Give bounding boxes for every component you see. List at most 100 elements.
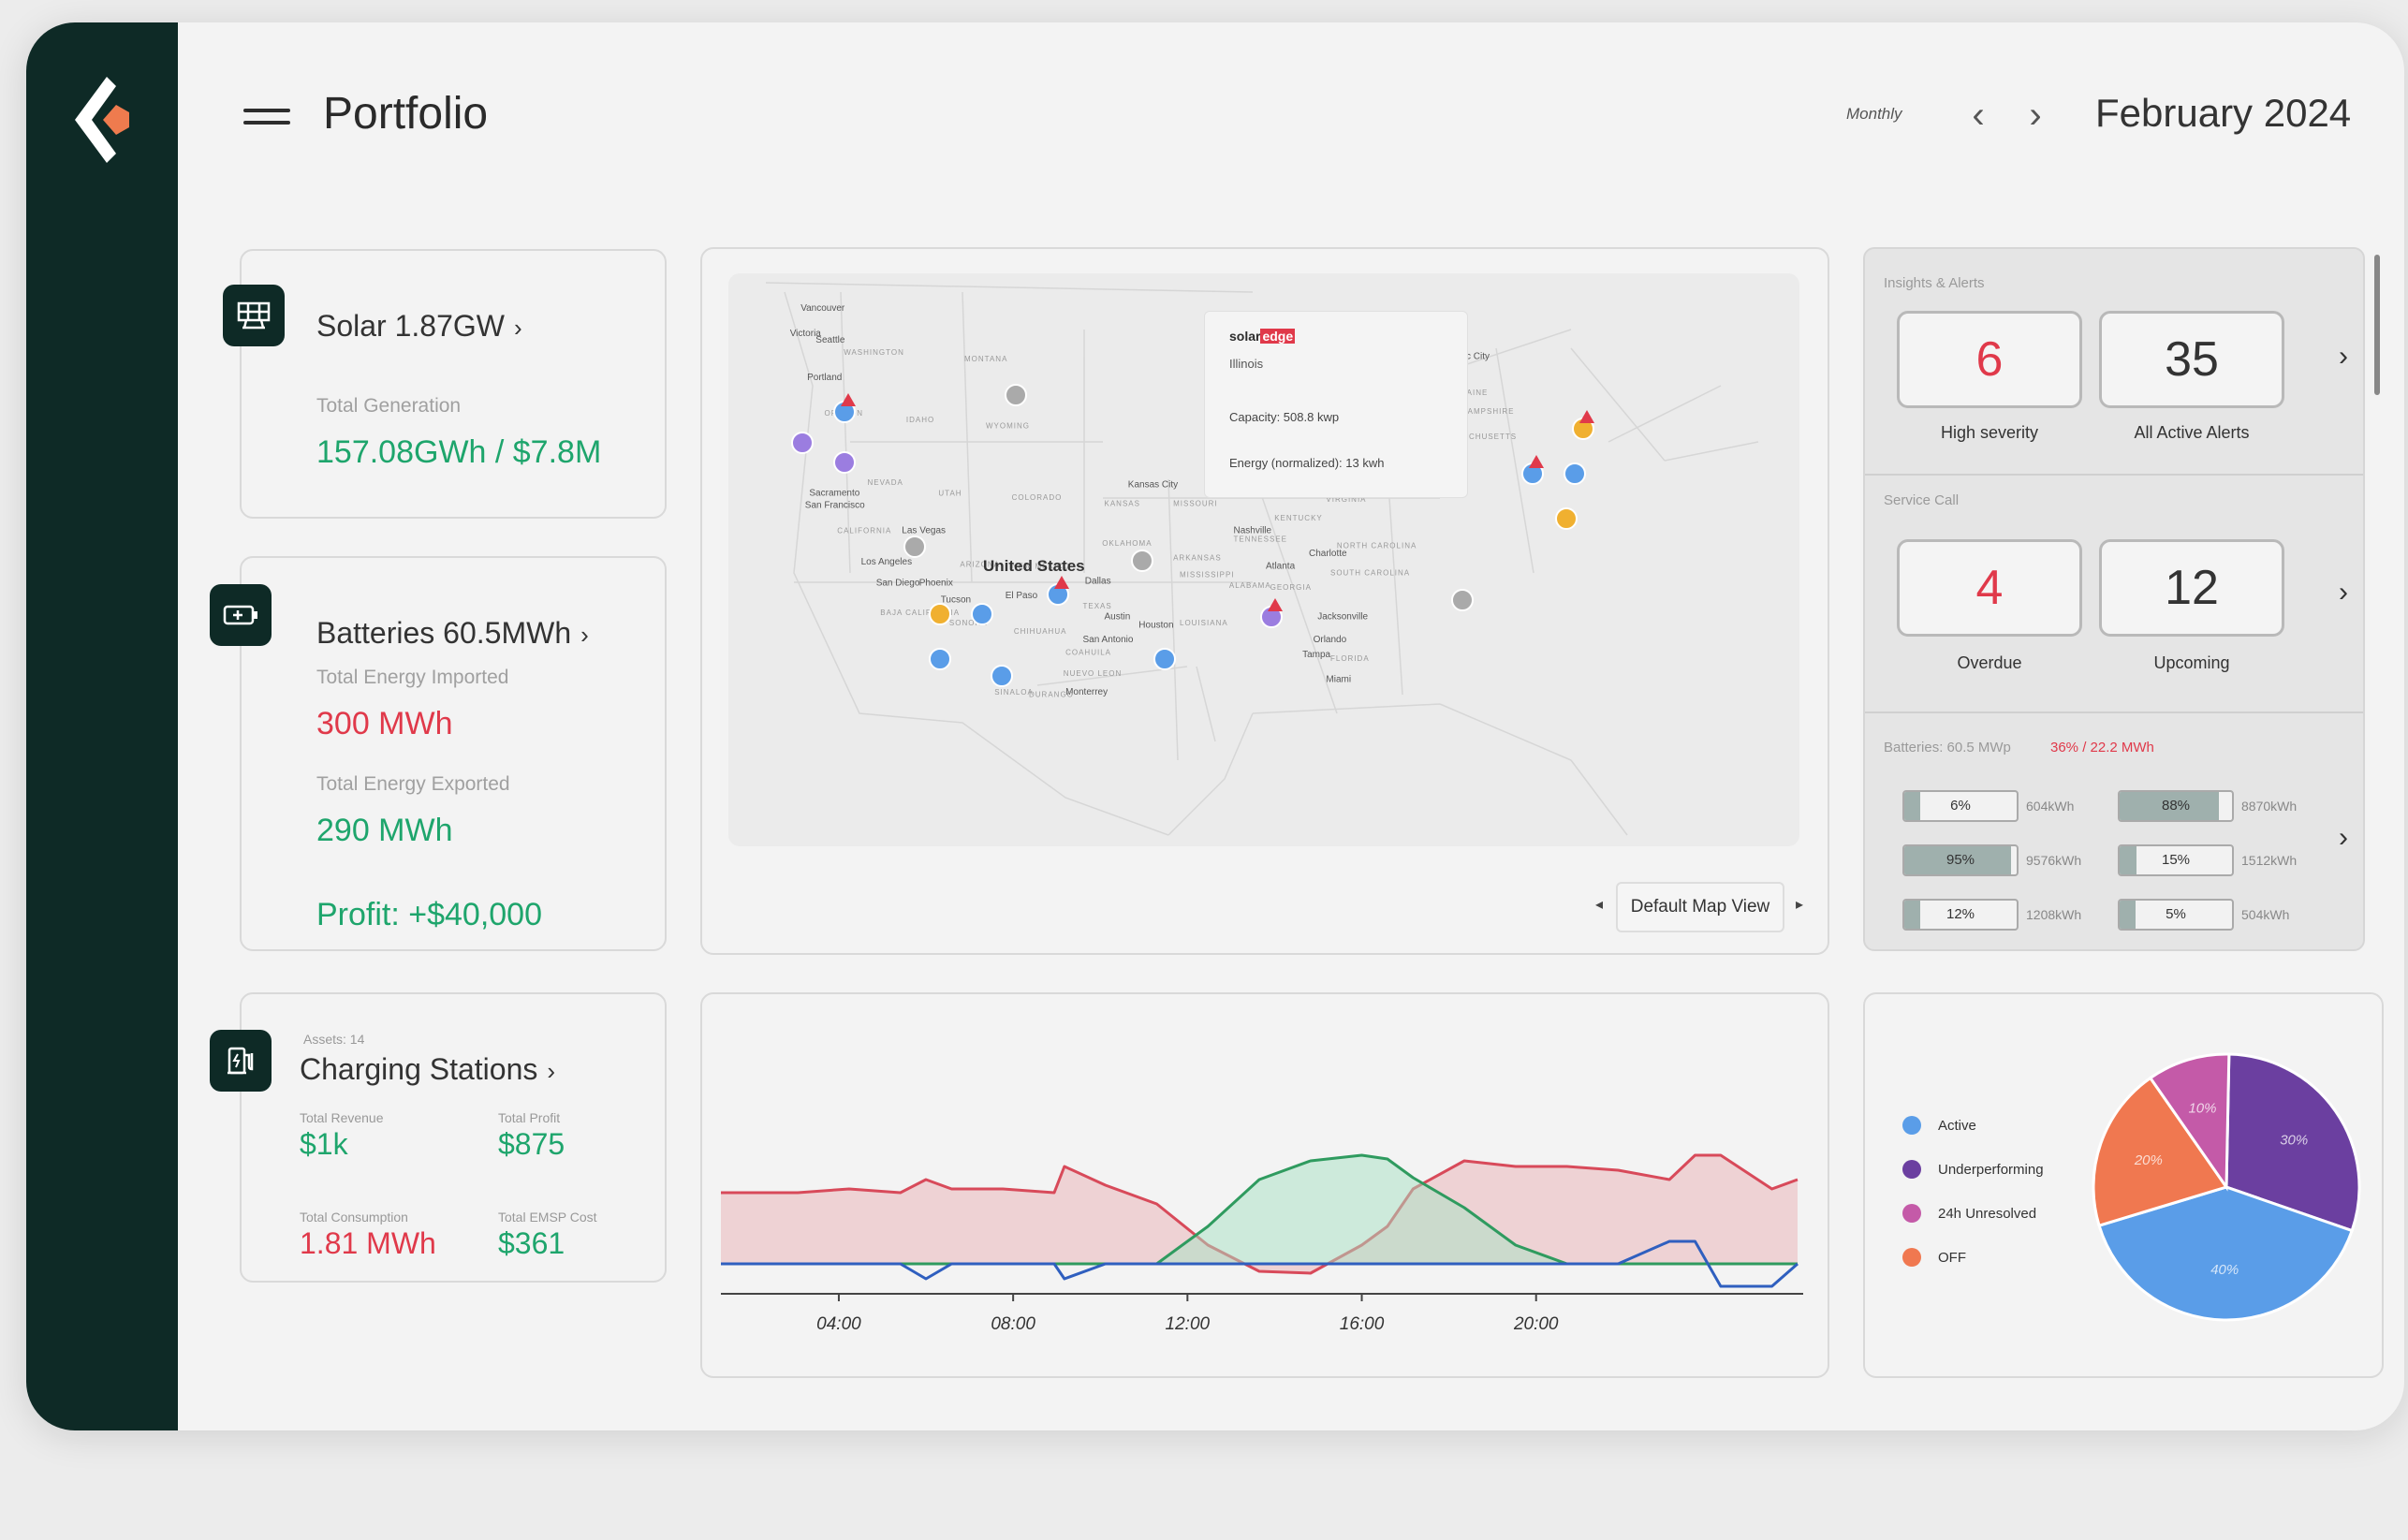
- site-marker[interactable]: [1131, 550, 1153, 572]
- high-severity-label: High severity: [1940, 423, 2039, 442]
- chevron-right-icon[interactable]: ›: [2017, 92, 2054, 139]
- map-region-label: UTAH: [938, 489, 962, 497]
- divider: [1865, 474, 2363, 476]
- map-region-label: GEORGIA: [1270, 583, 1312, 592]
- energy-flow-chart: 04:00 08:00 12:00 16:00 20:00: [721, 1153, 1803, 1334]
- map-city-label: San Francisco: [805, 501, 865, 511]
- battery-bar[interactable]: 6%: [1902, 790, 2019, 822]
- batteries-card: Batteries 60.5MWh › Total Energy Imported…: [240, 556, 667, 951]
- service-chevron-icon[interactable]: ›: [2339, 577, 2348, 609]
- site-marker[interactable]: [833, 451, 856, 474]
- alert-marker-icon: [1268, 598, 1283, 611]
- battery-bar[interactable]: 15%: [2118, 844, 2234, 876]
- alerts-chevron-icon[interactable]: ›: [2339, 341, 2348, 373]
- x-tick-label: 16:00: [1340, 1314, 1385, 1334]
- solar-title: Solar 1.87GW: [316, 309, 505, 343]
- site-marker[interactable]: [991, 665, 1013, 687]
- total-consumption-value: 1.81 MWh: [300, 1226, 436, 1260]
- map-city-label: Orlando: [1314, 635, 1347, 645]
- map-region-label: NEVADA: [868, 478, 903, 487]
- site-marker[interactable]: [929, 648, 951, 670]
- high-severity-box[interactable]: 6: [1897, 311, 2082, 408]
- ev-charger-icon: [210, 1030, 272, 1092]
- battery-bar-kwh: 8870kWh: [2241, 799, 2298, 814]
- map-city-label: Houston: [1138, 620, 1173, 630]
- map-region-label: CALIFORNIA: [837, 527, 891, 535]
- site-marker[interactable]: [929, 603, 951, 625]
- map-city-label: Tucson: [941, 595, 971, 606]
- map-region-label: NUEVO LEON: [1064, 669, 1122, 678]
- x-tick-label: 08:00: [991, 1314, 1035, 1334]
- battery-bar[interactable]: 12%: [1902, 899, 2019, 931]
- solar-title-link[interactable]: Solar 1.87GW ›: [316, 309, 522, 344]
- default-map-view-button[interactable]: Default Map View: [1616, 882, 1784, 932]
- us-map[interactable]: Vancouver Victoria Seattle Portland Sacramen…: [728, 273, 1799, 846]
- site-marker[interactable]: [1005, 384, 1027, 406]
- site-marker[interactable]: [1564, 462, 1586, 485]
- map-region-label: MISSOURI: [1173, 499, 1218, 507]
- period-selector[interactable]: Monthly: [1846, 105, 1902, 124]
- map-region-label: COLORADO: [1012, 493, 1063, 502]
- map-city-label: Miami: [1326, 675, 1351, 685]
- map-city-label: Vancouver: [800, 303, 845, 314]
- map-prev-icon[interactable]: ◂: [1595, 895, 1603, 914]
- batteries-status-label: Batteries: 60.5 MWp: [1884, 740, 2011, 755]
- popup-brand: solar: [1229, 329, 1261, 344]
- site-marker[interactable]: [1451, 589, 1474, 611]
- battery-bar[interactable]: 88%: [2118, 790, 2234, 822]
- energy-imported-value: 300 MWh: [316, 706, 453, 741]
- map-city-label: Kansas City: [1128, 479, 1178, 490]
- upcoming-box[interactable]: 12: [2099, 539, 2284, 637]
- status-pie-card: Active Underperforming 24h Unresolved OFF 3…: [1863, 992, 2384, 1378]
- charging-title-link[interactable]: Charging Stations ›: [300, 1052, 555, 1087]
- site-marker[interactable]: [903, 535, 926, 558]
- pie-slice-label: 40%: [2210, 1262, 2239, 1278]
- battery-bar[interactable]: 5%: [2118, 899, 2234, 931]
- total-consumption-label: Total Consumption: [300, 1210, 408, 1225]
- battery-bar-percent: 6%: [1950, 798, 1971, 814]
- map-region-label: SOUTH CAROLINA: [1330, 568, 1410, 577]
- total-emsp-value: $361: [498, 1226, 565, 1260]
- map-city-label: Austin: [1105, 611, 1131, 622]
- batteries-title-link[interactable]: Batteries 60.5MWh ›: [316, 616, 589, 651]
- battery-bar-kwh: 504kWh: [2241, 907, 2290, 922]
- map-city-label: Portland: [807, 373, 842, 383]
- popup-state: Illinois: [1229, 357, 1264, 371]
- insights-panel: Insights & Alerts 6 High severity 35 All…: [1863, 247, 2365, 951]
- map-region-label: OKLAHOMA: [1102, 539, 1152, 548]
- map-next-icon[interactable]: ▸: [1796, 895, 1803, 914]
- divider: [1865, 711, 2363, 713]
- scrollbar[interactable]: [2374, 255, 2380, 395]
- chevron-left-icon[interactable]: ‹: [1960, 92, 1997, 139]
- x-tick-label: 20:00: [1513, 1314, 1559, 1334]
- all-alerts-box[interactable]: 35: [2099, 311, 2284, 408]
- site-marker[interactable]: [791, 432, 814, 454]
- popup-brand-edge: edge: [1260, 329, 1296, 344]
- batteries-title: Batteries 60.5MWh: [316, 616, 572, 650]
- battery-bar-percent: 88%: [2161, 798, 2191, 814]
- map-city-label: Charlotte: [1309, 549, 1347, 559]
- map-region-label: LOUISIANA: [1180, 619, 1228, 627]
- logo-icon[interactable]: [67, 73, 142, 167]
- menu-icon[interactable]: [243, 109, 290, 131]
- site-marker[interactable]: [971, 603, 993, 625]
- battery-bar-percent: 5%: [2166, 906, 2186, 922]
- site-popup[interactable]: solar edge Illinois Capacity: 508.8 kwp E…: [1204, 311, 1468, 498]
- site-marker[interactable]: [1153, 648, 1176, 670]
- status-pie-chart: 30% 40% 20% 10%: [2092, 1052, 2361, 1322]
- battery-bar-percent: 12%: [1945, 906, 1975, 922]
- map-city-label: Tampa: [1302, 650, 1330, 660]
- map-region-label: IDAHO: [906, 416, 934, 424]
- total-profit-label: Total Profit: [498, 1110, 561, 1125]
- map-region-label: TEXAS: [1083, 602, 1112, 610]
- overdue-box[interactable]: 4: [1897, 539, 2082, 637]
- energy-exported-value: 290 MWh: [316, 813, 453, 848]
- insights-section-label: Insights & Alerts: [1884, 275, 1985, 291]
- map-region-label: NORTH CAROLINA: [1337, 541, 1417, 550]
- battery-bar[interactable]: 95%: [1902, 844, 2019, 876]
- site-marker[interactable]: [1555, 507, 1578, 530]
- map-region-label: ARKANSAS: [1173, 554, 1222, 563]
- alert-marker-icon: [1579, 410, 1594, 423]
- batteries-chevron-icon[interactable]: ›: [2339, 822, 2348, 854]
- map-region-label: CHIHUAHUA: [1014, 627, 1067, 636]
